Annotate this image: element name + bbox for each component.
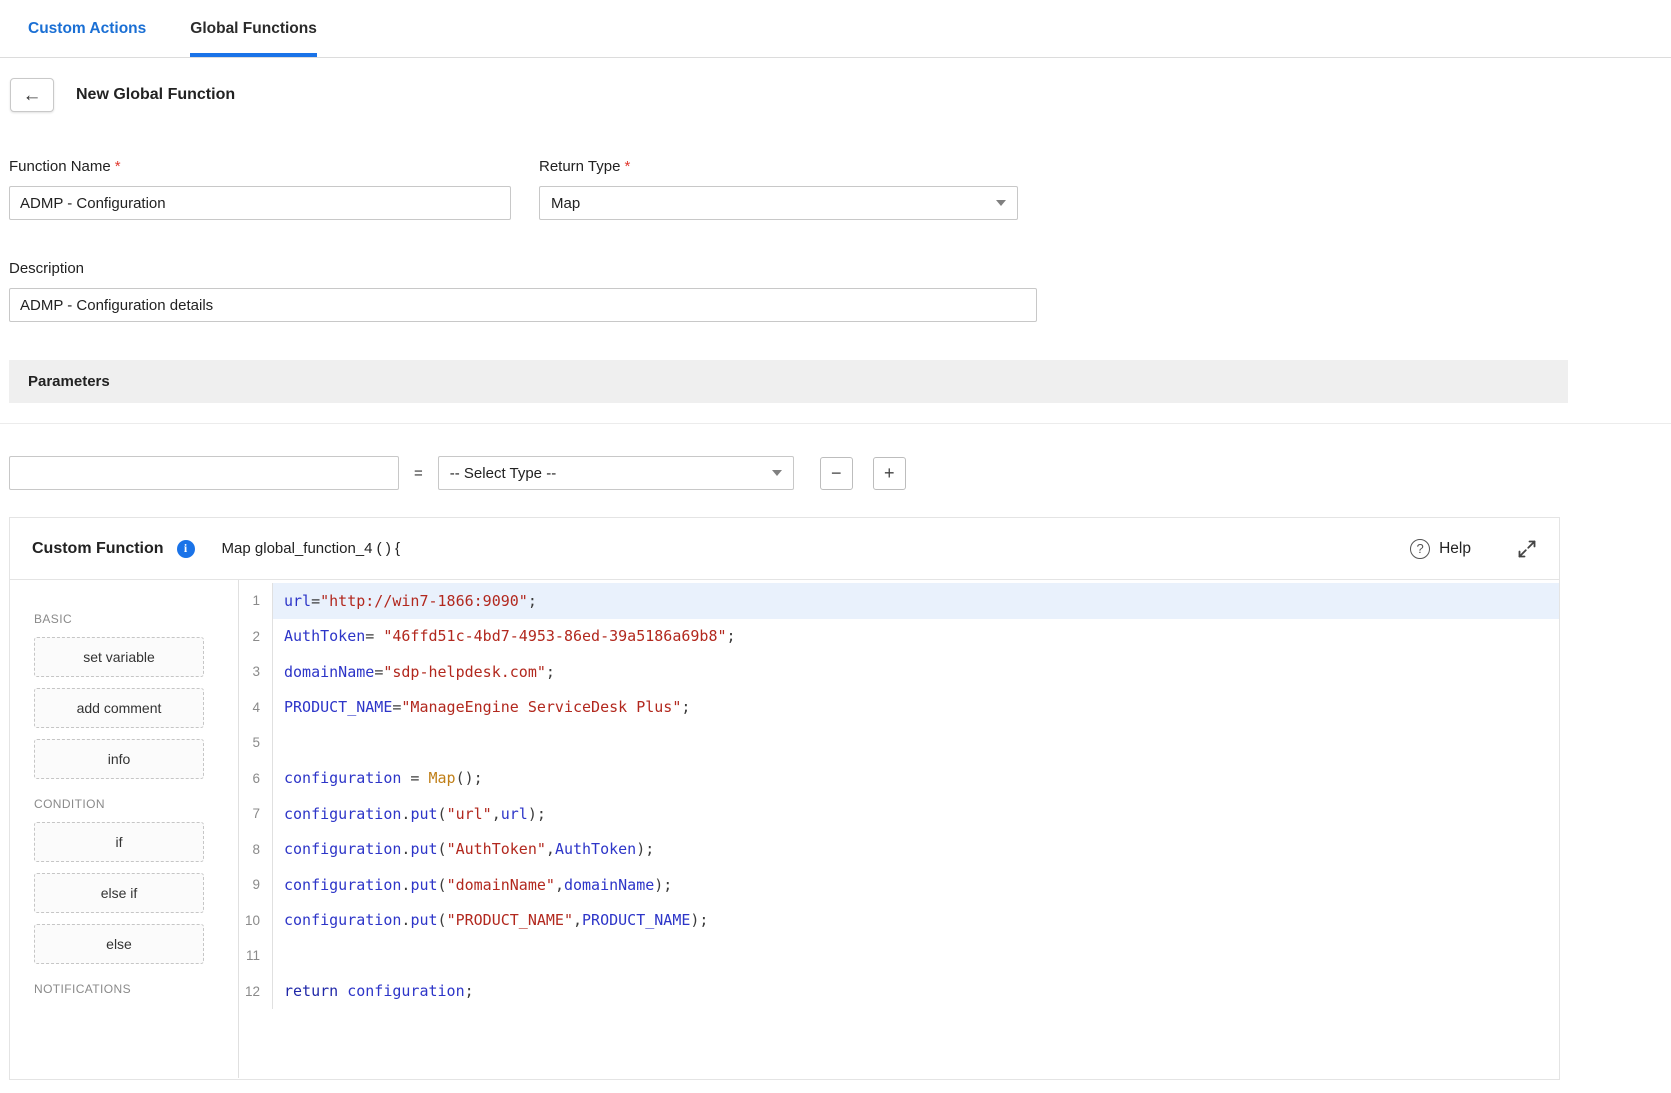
panel-title: Custom Function <box>32 540 164 558</box>
parameters-section-header: Parameters <box>9 360 1568 403</box>
help-icon: ? <box>1410 539 1430 559</box>
return-type-value: Map <box>551 195 580 212</box>
remove-parameter-button[interactable]: − <box>820 457 853 490</box>
code-text <box>273 938 1559 974</box>
parameters-title: Parameters <box>28 373 110 390</box>
sidebar-section-label: NOTIFICATIONS <box>34 982 238 996</box>
help-label: Help <box>1439 540 1471 558</box>
code-line[interactable]: 1url="http://win7-1866:9090"; <box>239 583 1559 619</box>
line-number: 3 <box>239 654 273 690</box>
description-label: Description <box>9 260 1671 277</box>
return-type-label: Return Type* <box>539 158 1018 175</box>
line-number: 5 <box>239 725 273 761</box>
code-line[interactable]: 12return configuration; <box>239 974 1559 1010</box>
tab-bar: Custom Actions Global Functions <box>0 0 1671 58</box>
chevron-down-icon <box>996 200 1006 206</box>
code-text: domainName="sdp-helpdesk.com"; <box>273 654 1559 690</box>
snippet-button-if[interactable]: if <box>34 822 204 862</box>
function-signature: Map global_function_4 ( ) { <box>222 540 400 557</box>
line-number: 11 <box>239 938 273 974</box>
code-line[interactable]: 6configuration = Map(); <box>239 761 1559 797</box>
function-name-label: Function Name* <box>9 158 511 175</box>
code-line[interactable]: 10configuration.put("PRODUCT_NAME",PRODU… <box>239 903 1559 939</box>
code-line[interactable]: 11 <box>239 938 1559 974</box>
tab-custom-actions[interactable]: Custom Actions <box>28 0 146 57</box>
line-number: 4 <box>239 690 273 726</box>
fullscreen-icon[interactable] <box>1517 539 1537 559</box>
code-text: url="http://win7-1866:9090"; <box>273 583 1559 619</box>
line-number: 10 <box>239 903 273 939</box>
code-line[interactable]: 2AuthToken= "46ffd51c-4bd7-4953-86ed-39a… <box>239 619 1559 655</box>
required-asterisk: * <box>115 158 121 175</box>
sidebar-section-label: BASIC <box>34 612 238 626</box>
snippet-button-set-variable[interactable]: set variable <box>34 637 204 677</box>
code-text: configuration.put("url",url); <box>273 796 1559 832</box>
code-text: return configuration; <box>273 974 1559 1010</box>
line-number: 6 <box>239 761 273 797</box>
description-input[interactable] <box>9 288 1037 322</box>
custom-function-header: Custom Function i Map global_function_4 … <box>10 518 1559 580</box>
info-icon[interactable]: i <box>177 540 195 558</box>
parameter-type-value: -- Select Type -- <box>450 465 556 482</box>
code-text: AuthToken= "46ffd51c-4bd7-4953-86ed-39a5… <box>273 619 1559 655</box>
code-line[interactable]: 7configuration.put("url",url); <box>239 796 1559 832</box>
code-line[interactable]: 3domainName="sdp-helpdesk.com"; <box>239 654 1559 690</box>
chevron-down-icon <box>772 470 782 476</box>
divider <box>0 423 1671 424</box>
line-number: 1 <box>239 583 273 619</box>
equals-sign: = <box>414 465 423 482</box>
code-text: configuration.put("domainName",domainNam… <box>273 867 1559 903</box>
snippet-button-else[interactable]: else <box>34 924 204 964</box>
return-type-select[interactable]: Map <box>539 186 1018 220</box>
editor-sidebar: BASIC set variable add comment info CONDITIO… <box>10 580 239 1078</box>
code-line[interactable]: 8configuration.put("AuthToken",AuthToken… <box>239 832 1559 868</box>
page-header: ← New Global Function <box>10 78 1671 112</box>
required-asterisk: * <box>624 158 630 175</box>
code-line[interactable]: 5 <box>239 725 1559 761</box>
custom-function-panel: Custom Function i Map global_function_4 … <box>9 517 1560 1080</box>
snippet-button-info[interactable]: info <box>34 739 204 779</box>
parameter-type-select[interactable]: -- Select Type -- <box>438 456 794 490</box>
snippet-button-add-comment[interactable]: add comment <box>34 688 204 728</box>
parameter-name-input[interactable] <box>9 456 399 490</box>
snippet-button-else-if[interactable]: else if <box>34 873 204 913</box>
description-block: Description <box>9 260 1671 322</box>
code-text: configuration = Map(); <box>273 761 1559 797</box>
code-text: configuration.put("PRODUCT_NAME",PRODUCT… <box>273 903 1559 939</box>
line-number: 7 <box>239 796 273 832</box>
code-area[interactable]: 1url="http://win7-1866:9090";2AuthToken=… <box>239 580 1559 1078</box>
page-title: New Global Function <box>76 86 235 104</box>
form-top-row: Function Name* Return Type* Map <box>9 158 1671 220</box>
code-line[interactable]: 4PRODUCT_NAME="ManageEngine ServiceDesk … <box>239 690 1559 726</box>
add-parameter-button[interactable]: + <box>873 457 906 490</box>
help-button[interactable]: ? Help <box>1410 539 1471 559</box>
back-button[interactable]: ← <box>10 78 54 112</box>
line-number: 9 <box>239 867 273 903</box>
function-name-input[interactable] <box>9 186 511 220</box>
parameter-row: = -- Select Type -- − + <box>9 456 1671 490</box>
code-text <box>273 725 1559 761</box>
line-number: 2 <box>239 619 273 655</box>
code-line[interactable]: 9configuration.put("domainName",domainNa… <box>239 867 1559 903</box>
line-number: 12 <box>239 974 273 1010</box>
tab-global-functions[interactable]: Global Functions <box>190 0 317 57</box>
code-text: PRODUCT_NAME="ManageEngine ServiceDesk P… <box>273 690 1559 726</box>
line-number: 8 <box>239 832 273 868</box>
code-text: configuration.put("AuthToken",AuthToken)… <box>273 832 1559 868</box>
sidebar-section-label: CONDITION <box>34 797 238 811</box>
back-arrow-icon: ← <box>23 85 42 106</box>
